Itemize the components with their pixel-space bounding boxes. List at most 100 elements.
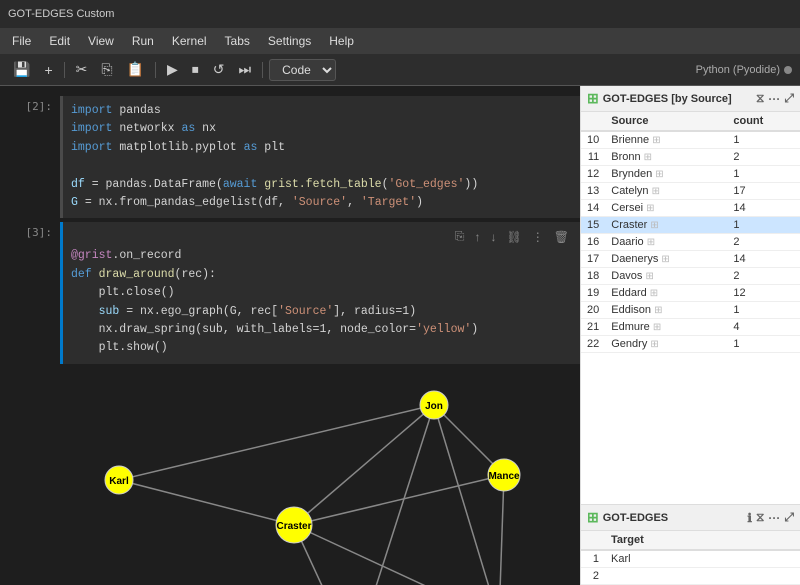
code-line: import pandas (71, 102, 572, 120)
cell-link-icon: ⊞ (650, 339, 658, 350)
toolbar: 💾 + ✂ ⎘ 📋 ▶ ⏹ ↺ ⏭ Code Python (Pyodide) (0, 54, 800, 86)
edge-jon-karl (119, 405, 434, 480)
copy-button[interactable]: ⎘ (96, 58, 117, 81)
table-row[interactable]: 11 Bronn ⊞ 2 (581, 149, 800, 166)
separator-1 (64, 62, 65, 78)
edge-mance-gilly (499, 475, 504, 585)
edge-karl-craster (119, 480, 294, 525)
menu-file[interactable]: File (4, 32, 39, 50)
source-cell: Edmure ⊞ (605, 319, 727, 336)
info-icon[interactable]: ℹ (747, 511, 752, 525)
code-line: sub = nx.ego_graph(G, rec['Source'], rad… (71, 303, 572, 321)
source-cell: Craster ⊞ (605, 217, 727, 234)
menu-kernel[interactable]: Kernel (164, 32, 215, 50)
cell-2-content[interactable]: import pandas import networkx as nx impo… (60, 96, 580, 218)
cell-up-btn[interactable]: ↑ (472, 229, 484, 245)
table-row[interactable]: 10 Brienne ⊞ 1 (581, 131, 800, 149)
cell-copy-btn[interactable]: ⎘ (452, 228, 468, 245)
cell-link-icon: ⊞ (661, 254, 669, 265)
table-row[interactable]: 14 Cersei ⊞ 14 (581, 200, 800, 217)
table-icon: ⊞ (587, 90, 599, 107)
menu-tabs[interactable]: Tabs (217, 32, 258, 50)
main-content: [2]: import pandas import networkx as nx… (0, 86, 800, 585)
cell-link-icon: ⊞ (644, 152, 652, 163)
source-cell: Bronn ⊞ (605, 149, 727, 166)
node-craster-label: Craster (276, 521, 311, 532)
cell-delete-btn[interactable]: 🗑 (551, 229, 572, 245)
table-row[interactable]: 2 (581, 568, 800, 585)
stop-button[interactable]: ⏹ (187, 58, 204, 81)
filter-icon[interactable]: ⧖ (756, 91, 764, 106)
cell-link-icon: ⊞ (654, 305, 662, 316)
source-cell: Brienne ⊞ (605, 131, 727, 149)
cell-3-content[interactable]: ⎘ ↑ ↓ ⛓ ⋮ 🗑 @grist.on_record def draw_ar… (60, 222, 580, 363)
code-line: G = nx.from_pandas_edgelist(df, 'Source'… (71, 194, 572, 212)
table-row[interactable]: 18 Davos ⊞ 2 (581, 268, 800, 285)
row-num: 12 (581, 166, 605, 183)
row-num: 20 (581, 302, 605, 319)
paste-button[interactable]: 📋 (122, 58, 149, 81)
table-row[interactable]: 21 Edmure ⊞ 4 (581, 319, 800, 336)
col-rownum (581, 112, 605, 131)
edge-jon-craster (294, 405, 434, 525)
expand-icon-2[interactable]: ⤢ (784, 510, 794, 525)
table-icon-2: ⊞ (587, 509, 599, 526)
panel-top-title: GOT-EDGES [by Source] (603, 93, 752, 105)
restart-button[interactable]: ↺ (208, 58, 230, 81)
run-button[interactable]: ▶ (162, 58, 183, 81)
fast-forward-button[interactable]: ⏭ (234, 58, 257, 81)
notebook[interactable]: [2]: import pandas import networkx as nx… (0, 86, 580, 585)
table-row[interactable]: 13 Catelyn ⊞ 17 (581, 183, 800, 200)
cell-link-icon: ⊞ (646, 203, 654, 214)
table-row[interactable]: 12 Brynden ⊞ 1 (581, 166, 800, 183)
cell-down-btn[interactable]: ↓ (488, 229, 500, 245)
count-cell: 17 (727, 183, 800, 200)
row-num: 22 (581, 336, 605, 353)
count-cell: 1 (727, 336, 800, 353)
panel-bottom-title: GOT-EDGES (603, 512, 744, 524)
more-icon[interactable]: ··· (768, 92, 780, 106)
menu-view[interactable]: View (80, 32, 122, 50)
menu-edit[interactable]: Edit (41, 32, 78, 50)
table-row[interactable]: 1 Karl (581, 550, 800, 568)
cell-link-icon: ⊞ (650, 220, 658, 231)
cell-link-icon: ⊞ (647, 237, 655, 248)
node-jon-label: Jon (425, 401, 443, 412)
menu-run[interactable]: Run (124, 32, 162, 50)
graph-output: Jon Karl Mance Craster Gilly Samwell (60, 366, 580, 585)
expand-icon[interactable]: ⤢ (784, 91, 794, 106)
source-cell: Daario ⊞ (605, 234, 727, 251)
menu-settings[interactable]: Settings (260, 32, 319, 50)
top-table-scroll[interactable]: Source count 10 Brienne ⊞ 1 11 Bronn ⊞ 2… (581, 112, 800, 504)
cell-type-select[interactable]: Code (269, 59, 336, 81)
count-cell: 4 (727, 319, 800, 336)
cell-link-btn[interactable]: ⛓ (504, 229, 525, 245)
table-row[interactable]: 19 Eddard ⊞ 12 (581, 285, 800, 302)
more-icon-2[interactable]: ··· (768, 511, 780, 525)
edge-craster-gilly (294, 525, 499, 585)
table-row[interactable]: 15 Craster ⊞ 1 (581, 217, 800, 234)
cell-more-btn[interactable]: ⋮ (529, 229, 547, 245)
col-count[interactable]: count (727, 112, 800, 131)
top-bar: GOT-EDGES Custom (0, 0, 800, 28)
col-target[interactable]: Target (605, 531, 800, 550)
table-row[interactable]: 22 Gendry ⊞ 1 (581, 336, 800, 353)
graph-svg: Jon Karl Mance Craster Gilly Samwell (64, 370, 574, 585)
table-row[interactable]: 20 Eddison ⊞ 1 (581, 302, 800, 319)
target-table: Target 1 Karl 2 (581, 531, 800, 585)
col-source[interactable]: Source (605, 112, 727, 131)
count-cell: 12 (727, 285, 800, 302)
source-cell: Davos ⊞ (605, 268, 727, 285)
source-cell: Brynden ⊞ (605, 166, 727, 183)
add-cell-button[interactable]: + (39, 59, 57, 81)
cut-button[interactable]: ✂ (71, 58, 93, 81)
edge-mance-craster (294, 475, 504, 525)
menu-help[interactable]: Help (321, 32, 362, 50)
table-row[interactable]: 16 Daario ⊞ 2 (581, 234, 800, 251)
node-mance-label: Mance (488, 471, 520, 482)
save-button[interactable]: 💾 (8, 58, 35, 81)
source-cell: Eddard ⊞ (605, 285, 727, 302)
table-row[interactable]: 17 Daenerys ⊞ 14 (581, 251, 800, 268)
count-cell: 2 (727, 268, 800, 285)
filter-icon-2[interactable]: ⧖ (756, 510, 764, 525)
